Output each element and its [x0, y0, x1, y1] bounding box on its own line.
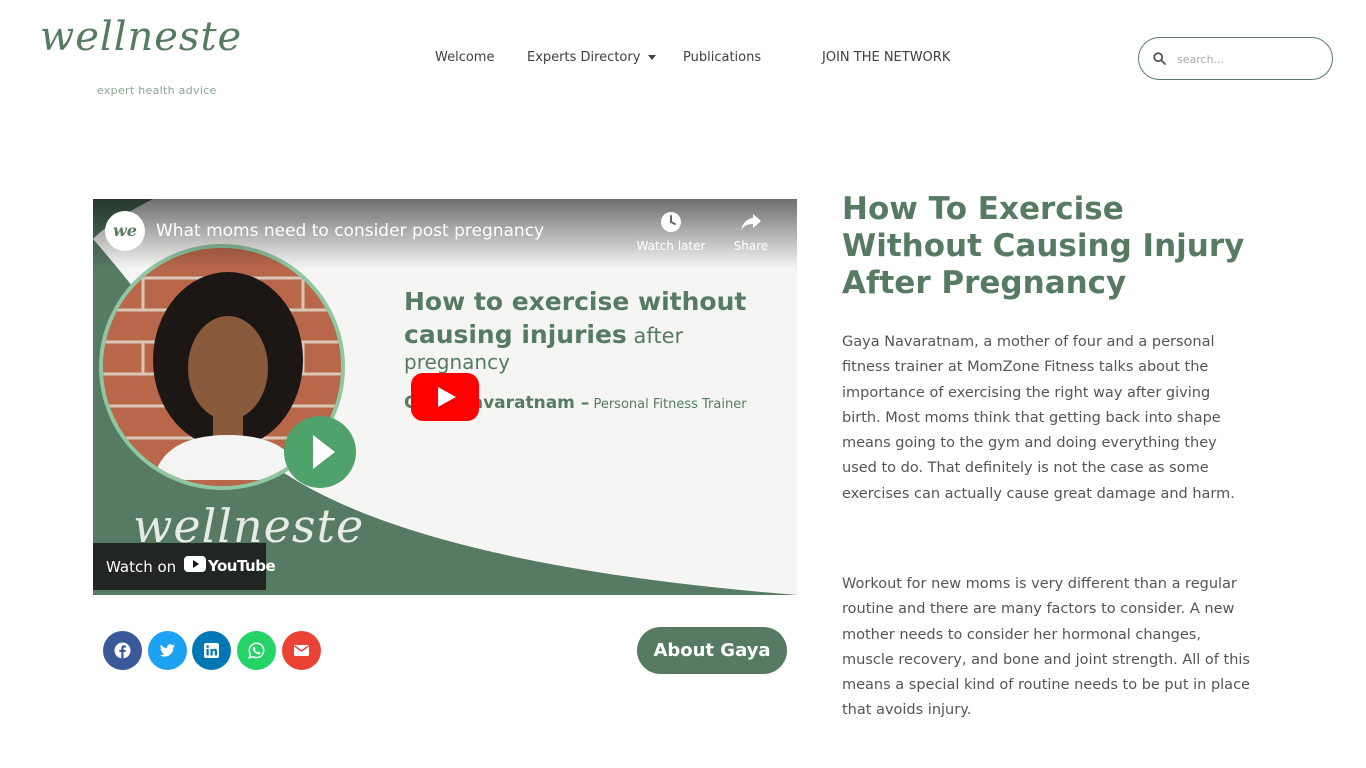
thumbnail-title-bold: causing injuries [404, 320, 627, 349]
article-title-post: After Pregnancy [842, 265, 1127, 301]
thumbnail-title-line1: How to exercise without [404, 287, 747, 316]
share-label: Share [733, 239, 769, 253]
logo-wordmark: wellneste [40, 14, 243, 60]
green-play-icon [284, 416, 356, 488]
article-paragraph-2: Workout for new moms is very different t… [842, 576, 1250, 719]
whatsapp-icon [248, 642, 265, 659]
search-input[interactable] [1177, 48, 1317, 70]
article-title-pre: How To [842, 191, 978, 227]
email-icon [294, 645, 309, 656]
share-email-button[interactable] [282, 631, 321, 670]
logo-tagline: expert health advice [97, 84, 217, 97]
share-linkedin-button[interactable] [192, 631, 231, 670]
site-logo[interactable]: wellneste expert health advice [40, 14, 241, 100]
about-gaya-button[interactable]: About Gaya [637, 627, 787, 674]
watch-on-youtube-button[interactable]: Watch on YouTube [93, 543, 276, 590]
thumbnail-title-line2: causing injuries after [404, 320, 683, 349]
facebook-icon [114, 642, 131, 659]
nav-welcome[interactable]: Welcome [435, 50, 494, 65]
nav-experts-label: Experts Directory [527, 50, 641, 65]
thumbnail-presenter-role: Personal Fitness Trainer [589, 397, 747, 412]
linkedin-icon [204, 643, 219, 658]
youtube-video-embed[interactable]: How to exercise without causing injuries… [93, 199, 797, 595]
nav-join-network[interactable]: JOIN THE NETWORK [822, 50, 950, 65]
watch-later-label: Watch later [636, 239, 706, 253]
share-facebook-button[interactable] [103, 631, 142, 670]
video-title[interactable]: What moms need to consider post pregnanc… [156, 221, 544, 241]
watch-on-label: Watch on [106, 558, 177, 576]
search-icon [1153, 52, 1166, 65]
youtube-play-button[interactable] [411, 373, 479, 421]
chevron-down-icon [648, 55, 657, 60]
channel-avatar[interactable]: we [105, 211, 145, 251]
site-header: wellneste expert health advice Welcome E… [0, 0, 1366, 110]
clock-icon [661, 212, 681, 232]
nav-experts-directory[interactable]: Experts Directory [527, 50, 657, 65]
twitter-icon [159, 644, 175, 657]
youtube-wordmark: YouTube [208, 557, 276, 575]
thumbnail-title-line3: pregnancy [404, 350, 510, 374]
search-box[interactable] [1138, 37, 1333, 80]
nav-publications[interactable]: Publications [683, 50, 761, 65]
youtube-logo-icon [184, 556, 206, 572]
share-twitter-button[interactable] [148, 631, 187, 670]
thumbnail-title-rest: after [626, 324, 684, 348]
share-whatsapp-button[interactable] [237, 631, 276, 670]
watch-later-button[interactable]: Watch later [631, 211, 711, 253]
article-paragraph-1: Gaya Navaratnam, a mother of four and a … [842, 334, 1235, 502]
article-title: How To Exercise Without Causing Injury A… [842, 191, 1262, 302]
share-arrow-icon [741, 214, 761, 231]
share-video-button[interactable]: Share [711, 211, 791, 253]
